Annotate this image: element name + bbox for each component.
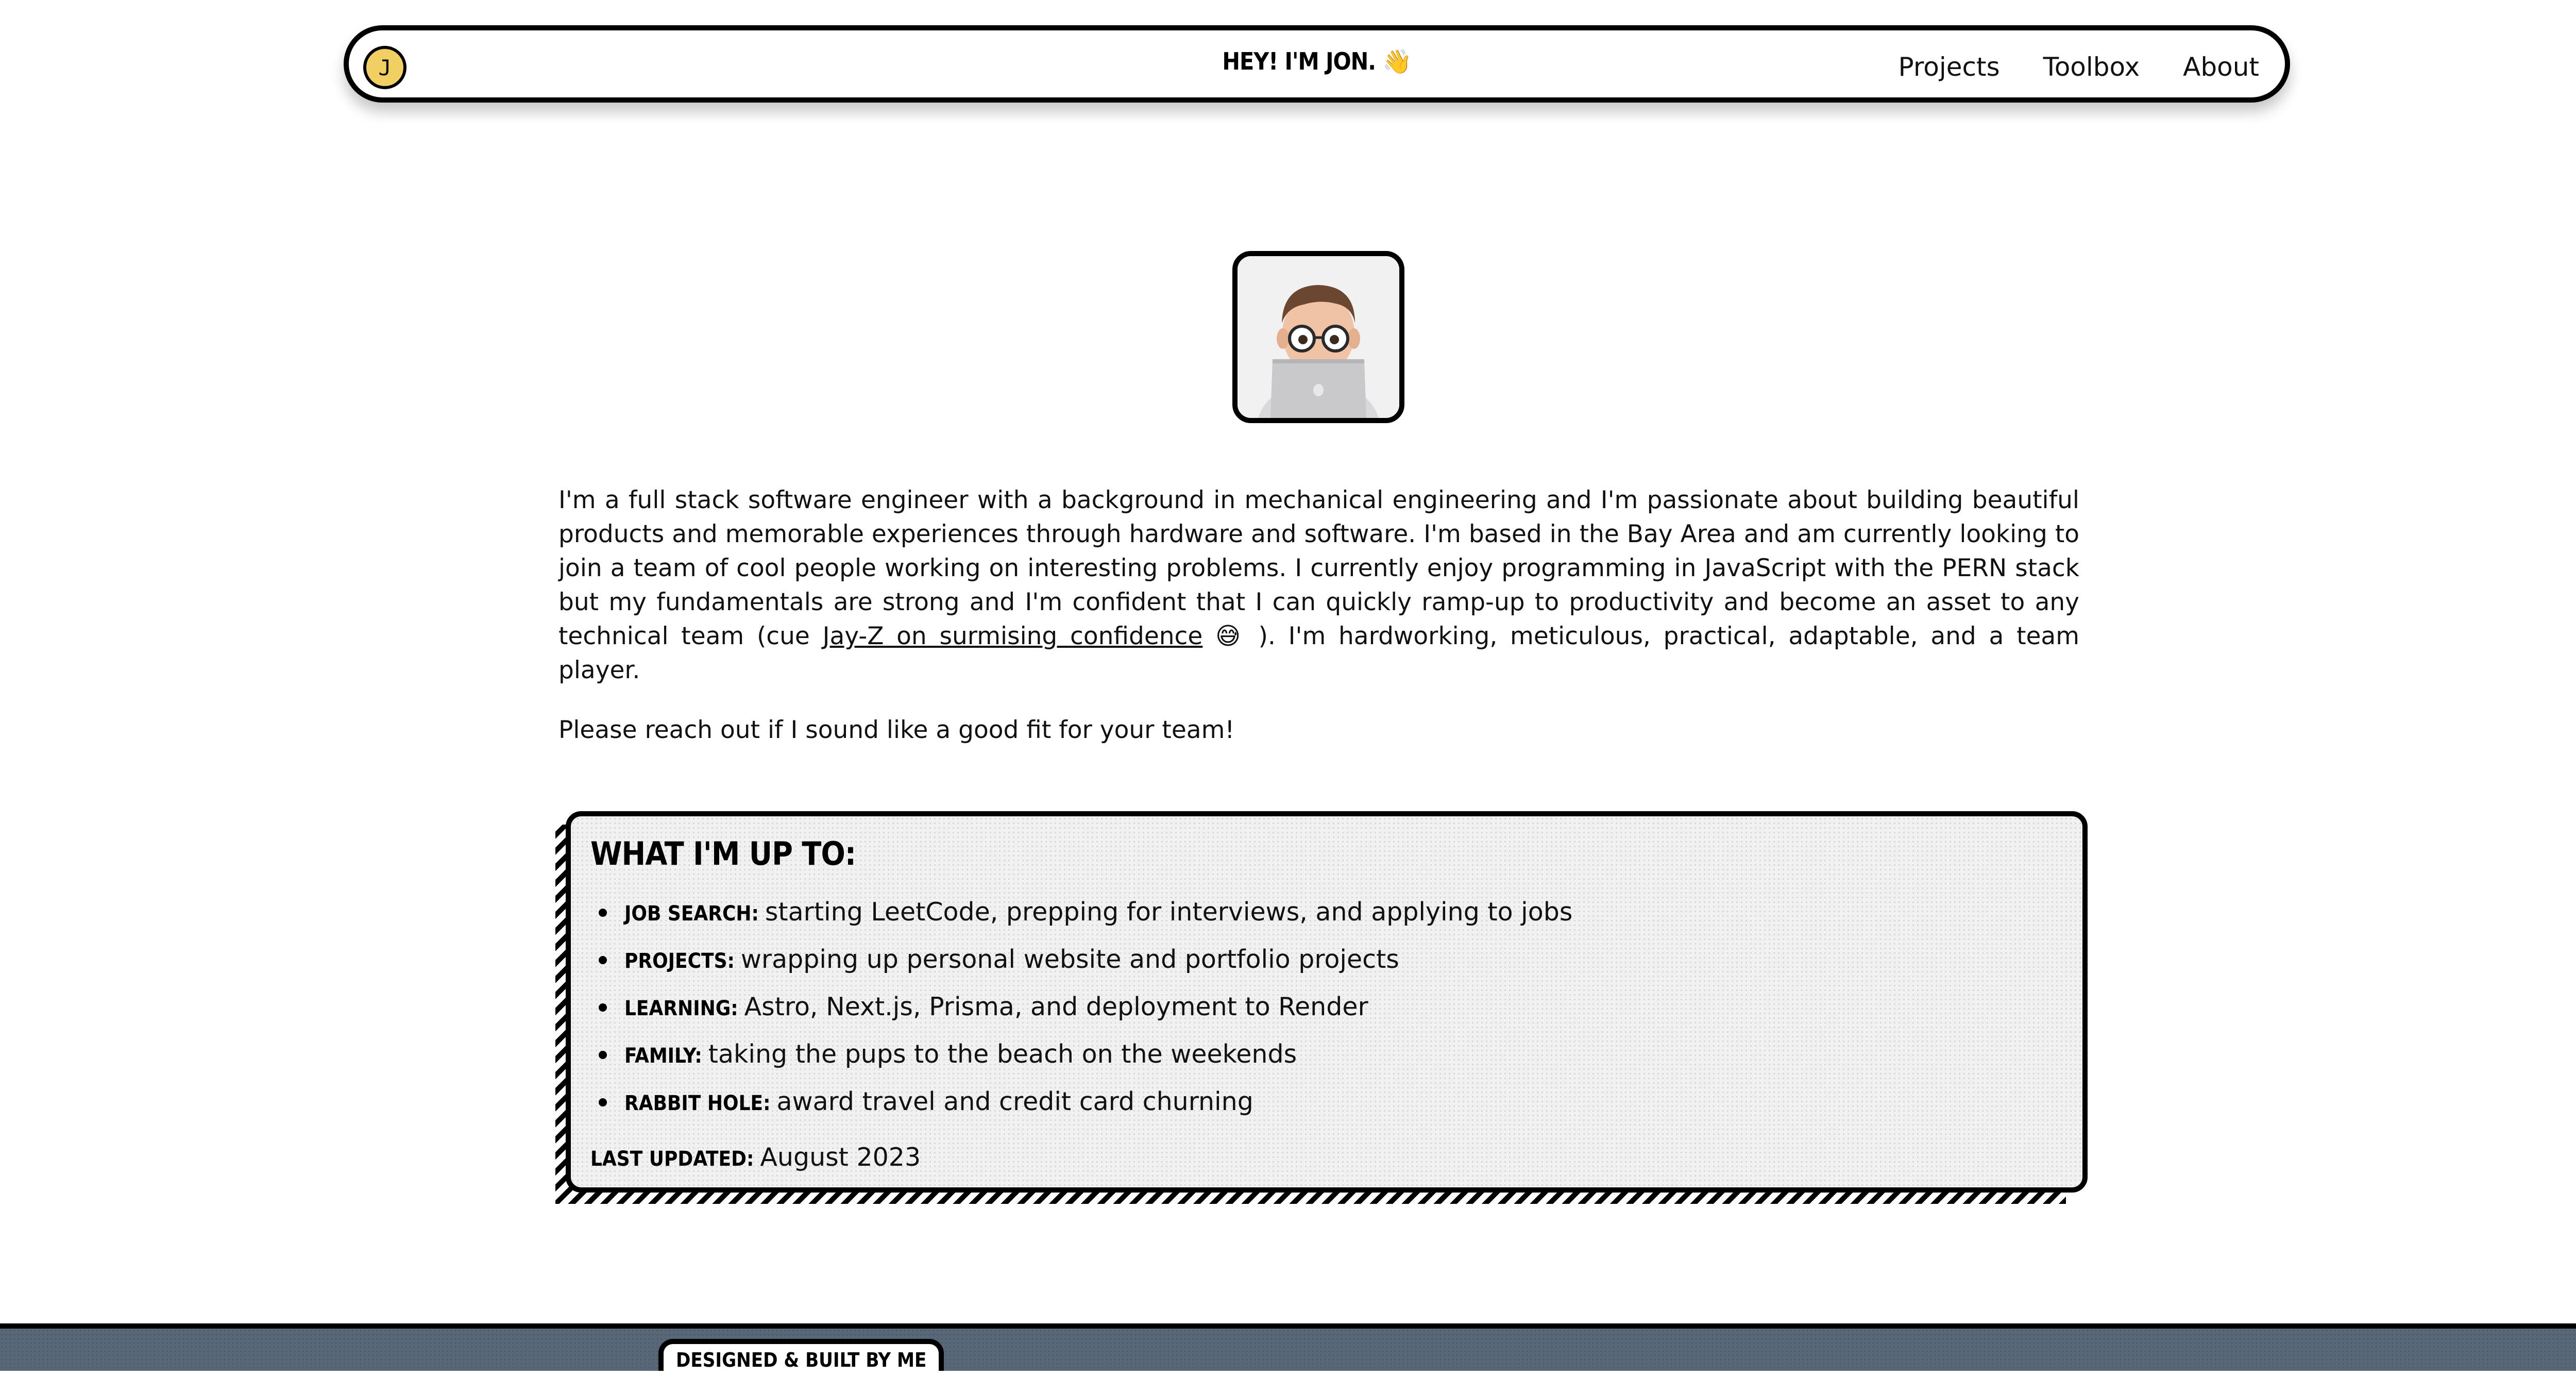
sweat-smile-emoji-icon: 😅 <box>1215 622 1246 650</box>
bio-paragraph: I'm a full stack software engineer with … <box>558 486 2079 684</box>
status-card: WHAT I'M UP TO: JOB SEARCH: starting Leet… <box>566 811 2088 1193</box>
jay-z-link[interactable]: Jay-Z on surmising confidence <box>823 622 1203 650</box>
item-text: Astro, Next.js, Prisma, and deployment t… <box>744 992 1368 1021</box>
list-item: RABBIT HOLE: award travel and credit card… <box>598 1085 1572 1133</box>
contact-invite-text: Please reach out if I sound like a good … <box>558 716 1235 744</box>
nav-link-about[interactable]: About <box>2183 52 2259 82</box>
memoji-avatar-icon <box>1238 256 1399 418</box>
status-list: JOB SEARCH: starting LeetCode, prepping f… <box>598 896 1573 1133</box>
top-navbar: J HEY! I'M JON. 👋 Projects Toolbox About <box>344 25 2290 103</box>
last-updated-label: LAST UPDATED: <box>590 1147 754 1171</box>
item-label: LEARNING: <box>624 997 738 1020</box>
page-footer <box>0 1323 2576 1371</box>
item-text: starting LeetCode, prepping for intervie… <box>765 897 1573 927</box>
item-text: taking the pups to the beach on the week… <box>708 1039 1297 1069</box>
item-label: FAMILY: <box>624 1044 702 1068</box>
nav-link-projects[interactable]: Projects <box>1899 52 2000 82</box>
bio-section: I'm a full stack software engineer with … <box>558 483 2079 747</box>
item-label: JOB SEARCH: <box>624 902 759 926</box>
item-text: award travel and credit card churning <box>776 1087 1253 1116</box>
item-label: PROJECTS: <box>624 949 735 973</box>
list-item: JOB SEARCH: starting LeetCode, prepping f… <box>598 896 1573 943</box>
footer-badge: DESIGNED & BUILT BY ME <box>658 1339 944 1371</box>
last-updated: LAST UPDATED: August 2023 <box>590 1141 921 1176</box>
list-item: FAMILY: taking the pups to the beach on t… <box>598 1038 1572 1085</box>
item-text: wrapping up personal website and portfol… <box>740 945 1399 974</box>
profile-avatar <box>1232 251 1404 423</box>
last-updated-value: August 2023 <box>760 1143 921 1172</box>
item-label: RABBIT HOLE: <box>624 1092 771 1115</box>
list-item: PROJECTS: wrapping up personal website an… <box>598 943 1572 991</box>
nav-link-toolbox[interactable]: Toolbox <box>2043 52 2140 82</box>
status-card-heading: WHAT I'M UP TO: <box>590 835 856 872</box>
list-item: LEARNING: Astro, Next.js, Prisma, and dep… <box>598 991 1572 1038</box>
nav-links: Projects Toolbox About <box>1899 52 2259 82</box>
